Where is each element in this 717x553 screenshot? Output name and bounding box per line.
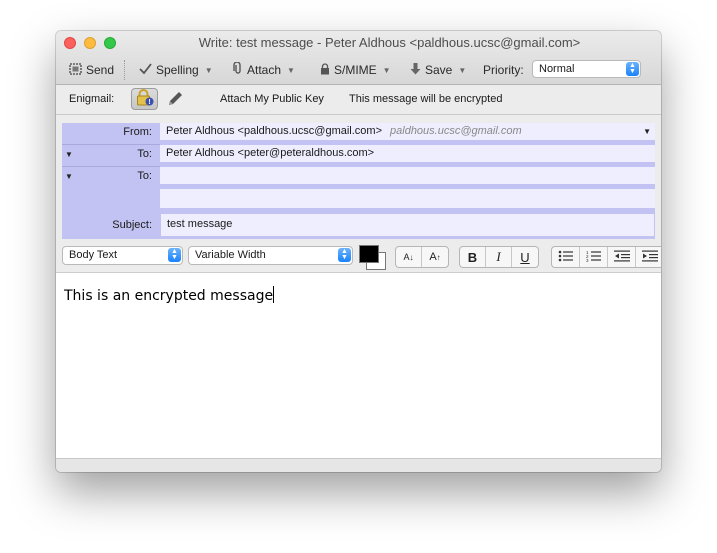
- subject-value: test message: [167, 218, 233, 230]
- address-headers: From: Peter Aldhous <paldhous.ucsc@gmail…: [62, 123, 655, 239]
- select-stepper-icon: ▲ ▼: [626, 62, 639, 76]
- numbered-list-button[interactable]: 123: [580, 247, 608, 267]
- priority-value: Normal: [539, 63, 575, 75]
- to-value: Peter Aldhous <peter@peteraldhous.com>: [166, 147, 375, 159]
- paperclip-icon: [233, 61, 247, 78]
- spelling-button[interactable]: Spelling ▼: [139, 61, 213, 79]
- sign-toggle-button[interactable]: [166, 90, 184, 111]
- select-stepper-icon: ▲ ▼: [168, 248, 181, 262]
- italic-label: I: [496, 249, 501, 264]
- message-body-text: This is an encrypted message: [64, 286, 275, 304]
- encrypted-lock-icon: !: [136, 89, 154, 109]
- text-style-group: B I U: [459, 246, 539, 268]
- save-label: Save: [425, 63, 453, 77]
- chevron-down-icon[interactable]: ▼: [287, 66, 295, 75]
- status-bar: [56, 458, 661, 472]
- send-button[interactable]: Send: [69, 61, 114, 79]
- select-stepper-icon: ▲ ▼: [338, 248, 351, 262]
- to-row: ▼ To: Peter Aldhous <peter@peteraldhous.…: [62, 145, 655, 165]
- chevron-down-icon[interactable]: ▼: [458, 66, 466, 75]
- smime-label: S/MIME: [334, 63, 377, 77]
- from-label: From:: [123, 126, 152, 138]
- encryption-status-text: This message will be encrypted: [349, 93, 503, 105]
- bold-button[interactable]: B: [460, 247, 486, 267]
- italic-button[interactable]: I: [486, 247, 512, 267]
- to-field-2[interactable]: [160, 167, 655, 187]
- bulleted-list-button[interactable]: [552, 247, 580, 267]
- from-address-hint: paldhous.ucsc@gmail.com: [390, 125, 522, 137]
- recipient-type-dropdown-icon[interactable]: ▼: [65, 150, 73, 159]
- larger-text-button[interactable]: A ↑: [422, 247, 448, 267]
- subject-field[interactable]: test message: [160, 213, 655, 237]
- outdent-button[interactable]: [608, 247, 636, 267]
- attach-label: Attach: [247, 63, 282, 77]
- font-value: Variable Width: [195, 249, 266, 261]
- font-size-group: A ↓ A ↑: [395, 246, 449, 268]
- toolbar-separator: [124, 60, 126, 80]
- enigmail-toolbar: Enigmail: ! Attach My Public Key This me…: [56, 85, 661, 115]
- from-value: Peter Aldhous <paldhous.ucsc@gmail.com>: [166, 125, 383, 137]
- outdent-icon: [613, 250, 630, 265]
- underline-button[interactable]: U: [512, 247, 538, 267]
- chevron-down-icon[interactable]: ▼: [205, 66, 213, 75]
- message-body-content: This is an encrypted message: [64, 288, 274, 304]
- to-row-2: ▼ To:: [62, 167, 655, 187]
- arrow-down-icon: ↓: [409, 252, 414, 262]
- to-label[interactable]: To:: [137, 148, 152, 160]
- minimize-window-button[interactable]: [84, 37, 96, 49]
- attach-button[interactable]: Attach ▼: [233, 61, 295, 79]
- numbered-list-icon: 123: [586, 250, 602, 265]
- save-button[interactable]: Save ▼: [410, 61, 466, 79]
- to-label-2[interactable]: To:: [137, 170, 152, 182]
- chevron-down-icon[interactable]: ▼: [383, 66, 391, 75]
- svg-text:3: 3: [586, 258, 589, 262]
- empty-recipient-field[interactable]: [160, 189, 655, 211]
- close-window-button[interactable]: [64, 37, 76, 49]
- pencil-icon: [166, 92, 184, 111]
- paragraph-style-select[interactable]: Body Text ▲ ▼: [62, 246, 183, 265]
- encrypt-toggle-button[interactable]: !: [131, 88, 158, 110]
- message-body-editor[interactable]: This is an encrypted message: [56, 273, 661, 458]
- bold-label: B: [467, 249, 478, 265]
- empty-recipient-row: [62, 189, 655, 211]
- send-label: Send: [86, 63, 115, 77]
- checkmark-icon: [139, 62, 156, 78]
- title-and-toolbar: Write: test message - Peter Aldhous <pal…: [56, 31, 661, 85]
- spelling-label: Spelling: [156, 63, 199, 77]
- smime-button[interactable]: S/MIME ▼: [320, 61, 391, 79]
- from-row: From: Peter Aldhous <paldhous.ucsc@gmail…: [62, 123, 655, 143]
- chevron-down-icon: ▼: [643, 127, 651, 136]
- priority-select[interactable]: Normal ▲ ▼: [532, 60, 641, 78]
- text-color-button[interactable]: [359, 245, 379, 263]
- window-title: Write: test message - Peter Aldhous <pal…: [198, 35, 581, 50]
- subject-label: Subject:: [112, 219, 152, 231]
- send-icon: [69, 62, 86, 78]
- larger-text-label: A: [429, 251, 437, 263]
- subject-row: Subject: test message: [62, 213, 655, 237]
- bulleted-list-icon: [558, 250, 574, 265]
- indent-icon: [641, 250, 658, 265]
- paragraph-style-value: Body Text: [69, 249, 118, 261]
- to-field[interactable]: Peter Aldhous <peter@peteraldhous.com>: [160, 145, 655, 165]
- lock-icon: [320, 62, 334, 78]
- indent-button[interactable]: [636, 247, 661, 267]
- compose-window: Write: test message - Peter Aldhous <pal…: [56, 31, 661, 472]
- from-select[interactable]: Peter Aldhous <paldhous.ucsc@gmail.com> p…: [160, 123, 655, 143]
- svg-text:!: !: [148, 99, 150, 106]
- font-select[interactable]: Variable Width ▲ ▼: [188, 246, 353, 265]
- priority-label: Priority:: [483, 63, 524, 77]
- attach-public-key-button[interactable]: Attach My Public Key: [220, 93, 324, 105]
- recipient-type-dropdown-icon[interactable]: ▼: [65, 172, 73, 181]
- underline-label: U: [520, 249, 530, 265]
- arrow-up-icon: ↑: [436, 252, 441, 262]
- formatting-toolbar: Body Text ▲ ▼ Variable Width ▲ ▼ A ↓ A ↑ B I: [56, 242, 661, 273]
- list-indent-group: 123: [551, 246, 661, 268]
- text-cursor: [273, 286, 275, 303]
- smaller-text-button[interactable]: A ↓: [396, 247, 422, 267]
- save-arrow-icon: [410, 62, 425, 78]
- enigmail-label: Enigmail:: [69, 93, 115, 105]
- zoom-window-button[interactable]: [104, 37, 116, 49]
